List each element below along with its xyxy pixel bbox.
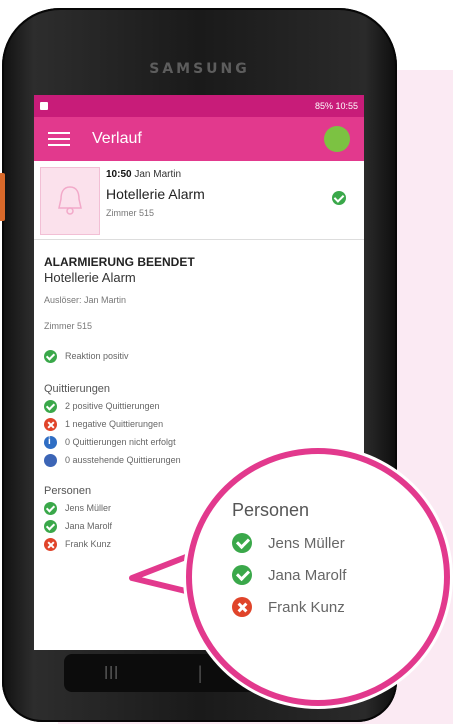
quittierungen-header: Quittierungen — [44, 383, 111, 395]
side-button — [0, 173, 5, 221]
hamburger-icon[interactable] — [48, 132, 70, 146]
zoom-callout-content: Personen Jens Müller Jana Marolf Frank K… — [232, 500, 346, 617]
check-circle-icon — [44, 349, 57, 363]
alarm-author: Jan Martin — [134, 169, 182, 180]
quittierung-text: 2 positive Quittierungen — [65, 401, 160, 411]
alarm-list-item[interactable]: 10:50 Jan Martin Hotellerie Alarm Zimmer… — [34, 161, 364, 240]
detail-room: Zimmer 515 — [44, 321, 93, 331]
quittierung-row: 2 positive Quittierungen — [44, 397, 354, 415]
alarm-time: 10:50 — [106, 169, 132, 180]
alarm-room: Zimmer 515 — [106, 208, 155, 218]
x-circle-icon — [44, 537, 57, 551]
check-circle-icon — [44, 399, 57, 413]
x-circle-icon — [44, 417, 57, 431]
quittierung-row: 1 negative Quittierungen — [44, 415, 354, 433]
person-name-zoom: Jens Müller — [268, 534, 345, 552]
personen-zoom-header: Personen — [232, 500, 310, 520]
notification-icon — [40, 102, 48, 110]
info-icon — [44, 435, 57, 449]
home-button[interactable]: | — [198, 663, 203, 684]
avatar-icon[interactable] — [324, 126, 350, 152]
detail-triggered-by: Auslöser: Jan Martin — [44, 295, 127, 305]
check-circle-icon — [232, 565, 252, 585]
check-circle-icon — [44, 501, 57, 515]
device-brand: SAMSUNG — [149, 61, 250, 77]
status-bar: 85% 10:55 — [34, 95, 364, 117]
person-name: Jens Müller — [65, 503, 112, 513]
alarm-title: Hotellerie Alarm — [106, 186, 205, 202]
check-circle-icon — [44, 519, 57, 533]
pending-icon — [44, 453, 57, 467]
person-name: Jana Marolf — [65, 521, 113, 531]
page-title: Verlauf — [92, 130, 142, 147]
alarm-time-row: 10:50 Jan Martin — [106, 169, 181, 180]
alarm-status: ALARMIERUNG BEENDET — [44, 255, 195, 269]
quittierung-text: 0 Quittierungen nicht erfolgt — [65, 437, 176, 447]
person-name: Frank Kunz — [65, 539, 112, 549]
bell-icon — [58, 186, 82, 215]
reaction-text: Reaktion positiv — [65, 351, 129, 361]
person-name-zoom: Jana Marolf — [268, 566, 347, 584]
person-row-zoom: Jana Marolf — [232, 565, 346, 585]
check-circle-icon — [232, 533, 252, 553]
check-circle-icon — [332, 191, 346, 205]
quittierung-text: 0 ausstehende Quittierungen — [65, 455, 181, 465]
alarm-thumbnail — [40, 167, 100, 235]
app-bar: Verlauf — [34, 117, 364, 161]
person-row-zoom: Jens Müller — [232, 533, 346, 553]
reaction-row: Reaktion positiv — [44, 347, 354, 365]
status-bar-text: 85% 10:55 — [314, 101, 358, 111]
person-row-zoom: Frank Kunz — [232, 597, 346, 617]
quittierung-text: 1 negative Quittierungen — [65, 419, 164, 429]
person-name-zoom: Frank Kunz — [268, 598, 345, 616]
x-circle-icon — [232, 597, 252, 617]
detail-title: Hotellerie Alarm — [44, 270, 136, 285]
zoom-callout: Personen Jens Müller Jana Marolf Frank K… — [186, 448, 450, 706]
recent-apps-button[interactable]: III — [104, 663, 119, 684]
